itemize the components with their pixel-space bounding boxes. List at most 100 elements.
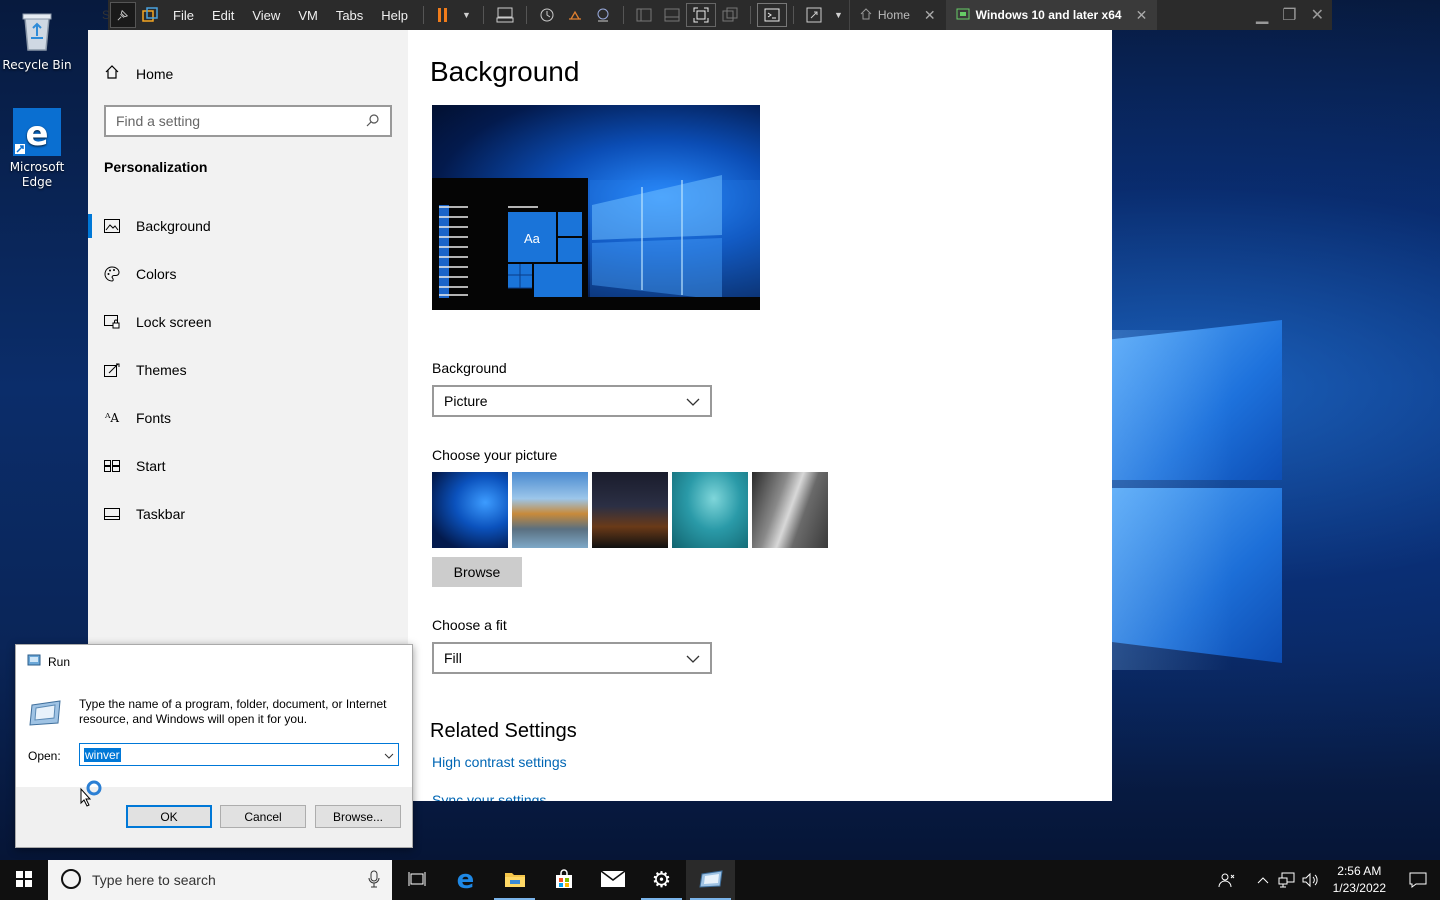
action-center-icon[interactable] <box>1396 872 1440 888</box>
start-icon <box>104 458 120 474</box>
nav-item-label: Start <box>136 458 166 474</box>
snapshot-take-icon[interactable] <box>561 0 589 30</box>
desktop-icon-recycle-bin[interactable]: Recycle Bin <box>1 6 73 73</box>
microphone-icon[interactable] <box>368 870 380 891</box>
run-open-input[interactable]: winver <box>79 743 399 766</box>
chevron-down-icon[interactable]: ▼ <box>828 0 849 30</box>
snapshot-manager-icon[interactable] <box>589 0 617 30</box>
system-tray: 2:56 AM 1/23/2022 <box>1203 860 1440 900</box>
nav-item-background[interactable]: Background <box>88 202 408 250</box>
picture-thumbnail[interactable] <box>752 472 828 548</box>
run-open-label: Open: <box>28 749 61 763</box>
toolbar-separator <box>622 6 624 24</box>
console-icon[interactable] <box>756 3 787 27</box>
menu-vm[interactable]: VM <box>289 8 327 23</box>
pause-icon[interactable] <box>430 0 456 30</box>
volume-icon[interactable] <box>1299 872 1323 888</box>
picture-thumbnail[interactable] <box>672 472 748 548</box>
choose-fit-label: Choose a fit <box>432 617 507 633</box>
taskbar-edge[interactable]: e <box>441 860 490 900</box>
vm-tab-icon <box>956 8 970 23</box>
snapshot-revert-icon[interactable] <box>533 0 561 30</box>
fit-dropdown[interactable]: Fill <box>432 642 712 674</box>
tab-home[interactable]: Home ✕ <box>848 0 946 30</box>
menu-view[interactable]: View <box>243 8 289 23</box>
taskbar-mail[interactable] <box>588 860 637 900</box>
cancel-button[interactable]: Cancel <box>220 805 306 828</box>
toolbar-separator <box>423 6 425 24</box>
run-title-bar: Run <box>26 653 70 670</box>
search-icon[interactable] <box>366 113 380 130</box>
edge-icon: e <box>456 865 475 895</box>
taskbar-search-box[interactable]: Type here to search <box>48 860 392 900</box>
nav-item-label: Background <box>136 218 211 234</box>
chevron-up-icon[interactable] <box>1251 876 1275 884</box>
themes-icon <box>104 362 120 378</box>
menu-file[interactable]: File <box>164 8 203 23</box>
nav-item-taskbar[interactable]: Taskbar <box>88 490 408 538</box>
settings-search-box[interactable] <box>104 105 392 137</box>
nav-item-lock-screen[interactable]: Lock screen <box>88 298 408 346</box>
run-browse-button[interactable]: Browse... <box>315 805 401 828</box>
sync-settings-link[interactable]: Sync your settings <box>432 792 546 801</box>
settings-search-input[interactable] <box>116 113 366 129</box>
fit-dropdown-value: Fill <box>444 650 462 666</box>
menu-edit[interactable]: Edit <box>203 8 243 23</box>
taskbar-run[interactable] <box>686 860 735 900</box>
restore-icon[interactable]: ❐ <box>1282 5 1296 25</box>
picture-thumbnail[interactable] <box>592 472 668 548</box>
menu-help[interactable]: Help <box>372 8 417 23</box>
close-icon[interactable]: ✕ <box>1136 7 1148 24</box>
nav-home[interactable]: Home <box>104 64 173 83</box>
run-footer: OK Cancel Browse... <box>16 787 412 847</box>
taskbar-file-explorer[interactable] <box>490 860 539 900</box>
taskbar-icon <box>104 506 120 522</box>
ok-button[interactable]: OK <box>126 805 212 828</box>
windows-logo-icon <box>16 870 32 890</box>
window-controls: ▁ ❐ ✕ <box>1256 5 1332 25</box>
taskbar-search-placeholder: Type here to search <box>92 872 216 888</box>
nav-item-fonts[interactable]: ᴬA Fonts <box>88 394 408 442</box>
partial-title-char: S <box>102 8 111 22</box>
nav-item-colors[interactable]: Colors <box>88 250 408 298</box>
vm-logo-icon[interactable] <box>136 0 164 30</box>
people-icon[interactable] <box>1203 872 1251 888</box>
sidebar-toggle-icon[interactable] <box>630 0 658 30</box>
section-title: Personalization <box>104 159 208 175</box>
vm-toolbar: S File Edit View VM Tabs Help ▼ ▼ Home ✕… <box>102 0 1332 30</box>
pin-icon[interactable] <box>110 2 136 28</box>
nav-item-label: Themes <box>136 362 187 378</box>
fonts-icon: ᴬA <box>104 411 120 425</box>
close-icon[interactable]: ✕ <box>1311 5 1324 25</box>
chevron-down-icon[interactable]: ▼ <box>456 0 477 30</box>
close-icon[interactable]: ✕ <box>924 7 936 24</box>
unity-icon[interactable] <box>716 0 744 30</box>
tab-windows-vm[interactable]: Windows 10 and later x64 ✕ <box>945 0 1158 30</box>
desktop-icon-microsoft-edge[interactable]: e Microsoft Edge <box>1 108 73 190</box>
browse-button[interactable]: Browse <box>432 557 522 587</box>
taskbar-clock[interactable]: 2:56 AM 1/23/2022 <box>1323 863 1396 897</box>
menu-tabs[interactable]: Tabs <box>327 8 372 23</box>
picture-thumbnail[interactable] <box>512 472 588 548</box>
home-icon <box>104 64 120 83</box>
task-view-button[interactable] <box>392 860 441 900</box>
taskbar-store[interactable] <box>539 860 588 900</box>
tab-label: Windows 10 and later x64 <box>975 8 1122 22</box>
run-open-value[interactable]: winver <box>84 747 121 762</box>
choose-picture-label: Choose your picture <box>432 447 558 463</box>
minimize-icon[interactable]: ▁ <box>1256 5 1268 25</box>
start-button[interactable] <box>0 860 48 900</box>
high-contrast-link[interactable]: High contrast settings <box>432 754 567 770</box>
fullscreen-icon[interactable] <box>685 3 716 27</box>
nav-item-start[interactable]: Start <box>88 442 408 490</box>
picture-thumbnail[interactable] <box>432 472 508 548</box>
nav-item-label: Taskbar <box>136 506 186 522</box>
send-keys-icon[interactable] <box>490 0 520 30</box>
network-icon[interactable] <box>1275 872 1299 888</box>
background-dropdown[interactable]: Picture <box>432 385 712 417</box>
chevron-down-icon[interactable] <box>384 748 394 762</box>
taskbar-settings[interactable]: ⚙ <box>637 860 686 900</box>
nav-item-themes[interactable]: Themes <box>88 346 408 394</box>
thumbnail-bar-icon[interactable] <box>658 0 686 30</box>
stretch-icon[interactable] <box>800 0 828 30</box>
